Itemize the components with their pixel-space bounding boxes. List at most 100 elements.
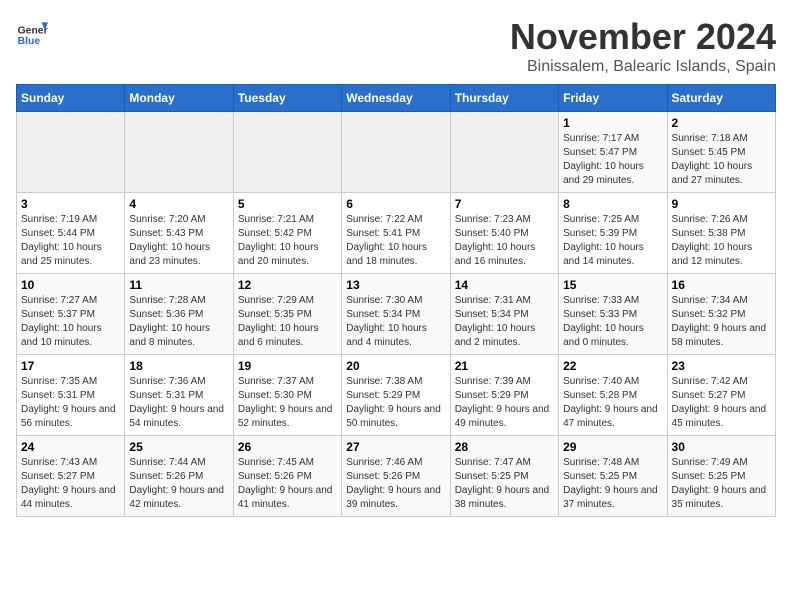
column-header-friday: Friday (559, 85, 667, 112)
column-header-thursday: Thursday (450, 85, 558, 112)
day-number: 21 (455, 359, 554, 373)
week-row-3: 10 Sunrise: 7:27 AM Sunset: 5:37 PM Dayli… (17, 274, 776, 355)
day-info: Sunrise: 7:39 AM Sunset: 5:29 PM Dayligh… (455, 375, 554, 431)
day-cell: 18Sunrise: 7:36 AM Sunset: 5:31 PM Dayli… (125, 355, 233, 436)
day-info: Sunrise: 7:27 AM Sunset: 5:37 PM Dayligh… (21, 294, 120, 350)
day-info: Sunrise: 7:23 AM Sunset: 5:40 PM Dayligh… (455, 213, 554, 269)
day-number: 23 (672, 359, 771, 373)
day-info: Sunrise: 7:26 AM Sunset: 5:38 PM Dayligh… (672, 213, 771, 269)
day-number: 7 (455, 197, 554, 211)
day-number: 29 (563, 440, 662, 454)
day-number: 19 (238, 359, 337, 373)
day-info: Sunrise: 7:40 AM Sunset: 5:28 PM Dayligh… (563, 375, 662, 431)
day-cell: 20 Sunrise: 7:38 AM Sunset: 5:29 PM Dayli… (342, 355, 450, 436)
day-number: 5 (238, 197, 337, 211)
svg-text:General: General (18, 26, 48, 37)
day-number: 16 (672, 278, 771, 292)
day-number: 6 (346, 197, 445, 211)
day-info: Sunrise: 7:43 AM Sunset: 5:27 PM Dayligh… (21, 456, 120, 512)
day-cell: 12 Sunrise: 7:29 AM Sunset: 5:35 PM Dayli… (233, 274, 341, 355)
day-info: Sunrise: 7:35 AM Sunset: 5:31 PM Dayligh… (21, 375, 120, 431)
day-number: 14 (455, 278, 554, 292)
day-info: Sunrise: 7:30 AM Sunset: 5:34 PM Dayligh… (346, 294, 445, 350)
day-cell: 6 Sunrise: 7:22 AM Sunset: 5:41 PM Daylig… (342, 193, 450, 274)
day-cell: 2 Sunrise: 7:18 AM Sunset: 5:45 PM Daylig… (667, 112, 775, 193)
day-cell: 17 Sunrise: 7:35 AM Sunset: 5:31 PM Dayli… (17, 355, 125, 436)
day-cell: 8 Sunrise: 7:25 AM Sunset: 5:39 PM Daylig… (559, 193, 667, 274)
day-number: 28 (455, 440, 554, 454)
day-cell: 7 Sunrise: 7:23 AM Sunset: 5:40 PM Daylig… (450, 193, 558, 274)
day-info: Sunrise: 7:22 AM Sunset: 5:41 PM Dayligh… (346, 213, 445, 269)
day-info: Sunrise: 7:29 AM Sunset: 5:35 PM Dayligh… (238, 294, 337, 350)
calendar-table: SundayMondayTuesdayWednesdayThursdayFrid… (16, 84, 776, 517)
column-header-wednesday: Wednesday (342, 85, 450, 112)
day-info: Sunrise: 7:17 AM Sunset: 5:47 PM Dayligh… (563, 132, 662, 188)
day-cell: 14 Sunrise: 7:31 AM Sunset: 5:34 PM Dayli… (450, 274, 558, 355)
day-cell: 11Sunrise: 7:28 AM Sunset: 5:36 PM Dayli… (125, 274, 233, 355)
column-header-sunday: Sunday (17, 85, 125, 112)
day-info: Sunrise: 7:38 AM Sunset: 5:29 PM Dayligh… (346, 375, 445, 431)
day-number: 8 (563, 197, 662, 211)
day-cell (233, 112, 341, 193)
day-number: 12 (238, 278, 337, 292)
day-cell: 3 Sunrise: 7:19 AM Sunset: 5:44 PM Daylig… (17, 193, 125, 274)
day-number: 27 (346, 440, 445, 454)
day-cell: 26 Sunrise: 7:45 AM Sunset: 5:26 PM Dayli… (233, 436, 341, 517)
day-info: Sunrise: 7:19 AM Sunset: 5:44 PM Dayligh… (21, 213, 120, 269)
day-info: Sunrise: 7:21 AM Sunset: 5:42 PM Dayligh… (238, 213, 337, 269)
week-row-5: 24 Sunrise: 7:43 AM Sunset: 5:27 PM Dayli… (17, 436, 776, 517)
day-number: 2 (672, 116, 771, 130)
day-cell: 15 Sunrise: 7:33 AM Sunset: 5:33 PM Dayli… (559, 274, 667, 355)
column-header-monday: Monday (125, 85, 233, 112)
week-row-1: 1 Sunrise: 7:17 AM Sunset: 5:47 PM Daylig… (17, 112, 776, 193)
day-info: Sunrise: 7:48 AM Sunset: 5:25 PM Dayligh… (563, 456, 662, 512)
day-cell: 19 Sunrise: 7:37 AM Sunset: 5:30 PM Dayli… (233, 355, 341, 436)
day-number: 10 (21, 278, 120, 292)
title-section: November 2024 Binissalem, Balearic Islan… (510, 16, 776, 76)
day-number: 26 (238, 440, 337, 454)
day-info: Sunrise: 7:42 AM Sunset: 5:27 PM Dayligh… (672, 375, 771, 431)
day-info: Sunrise: 7:34 AM Sunset: 5:32 PM Dayligh… (672, 294, 771, 350)
main-title: November 2024 (510, 16, 776, 58)
day-cell: 22Sunrise: 7:40 AM Sunset: 5:28 PM Dayli… (559, 355, 667, 436)
day-cell: 1 Sunrise: 7:17 AM Sunset: 5:47 PM Daylig… (559, 112, 667, 193)
day-cell: 24 Sunrise: 7:43 AM Sunset: 5:27 PM Dayli… (17, 436, 125, 517)
day-cell: 25 Sunrise: 7:44 AM Sunset: 5:26 PM Dayli… (125, 436, 233, 517)
day-cell (450, 112, 558, 193)
week-row-2: 3 Sunrise: 7:19 AM Sunset: 5:44 PM Daylig… (17, 193, 776, 274)
day-number: 9 (672, 197, 771, 211)
day-cell: 28 Sunrise: 7:47 AM Sunset: 5:25 PM Dayli… (450, 436, 558, 517)
day-info: Sunrise: 7:31 AM Sunset: 5:34 PM Dayligh… (455, 294, 554, 350)
day-info: Sunrise: 7:49 AM Sunset: 5:25 PM Dayligh… (672, 456, 771, 512)
day-number: 18 (129, 359, 228, 373)
column-header-tuesday: Tuesday (233, 85, 341, 112)
day-number: 24 (21, 440, 120, 454)
day-info: Sunrise: 7:33 AM Sunset: 5:33 PM Dayligh… (563, 294, 662, 350)
day-cell: 10 Sunrise: 7:27 AM Sunset: 5:37 PM Dayli… (17, 274, 125, 355)
day-number: 20 (346, 359, 445, 373)
day-cell: 5 Sunrise: 7:21 AM Sunset: 5:42 PM Daylig… (233, 193, 341, 274)
column-header-saturday: Saturday (667, 85, 775, 112)
day-cell: 30Sunrise: 7:49 AM Sunset: 5:25 PM Dayli… (667, 436, 775, 517)
day-info: Sunrise: 7:44 AM Sunset: 5:26 PM Dayligh… (129, 456, 228, 512)
logo: General Blue (16, 16, 48, 48)
day-info: Sunrise: 7:25 AM Sunset: 5:39 PM Dayligh… (563, 213, 662, 269)
day-cell: 29 Sunrise: 7:48 AM Sunset: 5:25 PM Dayli… (559, 436, 667, 517)
day-info: Sunrise: 7:46 AM Sunset: 5:26 PM Dayligh… (346, 456, 445, 512)
day-number: 3 (21, 197, 120, 211)
day-number: 25 (129, 440, 228, 454)
day-cell: 16 Sunrise: 7:34 AM Sunset: 5:32 PM Dayli… (667, 274, 775, 355)
day-number: 17 (21, 359, 120, 373)
day-info: Sunrise: 7:47 AM Sunset: 5:25 PM Dayligh… (455, 456, 554, 512)
day-info: Sunrise: 7:37 AM Sunset: 5:30 PM Dayligh… (238, 375, 337, 431)
logo-icon: General Blue (16, 16, 48, 48)
day-number: 15 (563, 278, 662, 292)
week-row-4: 17 Sunrise: 7:35 AM Sunset: 5:31 PM Dayli… (17, 355, 776, 436)
day-info: Sunrise: 7:45 AM Sunset: 5:26 PM Dayligh… (238, 456, 337, 512)
day-number: 1 (563, 116, 662, 130)
header-row: SundayMondayTuesdayWednesdayThursdayFrid… (17, 85, 776, 112)
day-info: Sunrise: 7:18 AM Sunset: 5:45 PM Dayligh… (672, 132, 771, 188)
svg-text:Blue: Blue (18, 36, 41, 47)
day-info: Sunrise: 7:20 AM Sunset: 5:43 PM Dayligh… (129, 213, 228, 269)
day-cell: 9 Sunrise: 7:26 AM Sunset: 5:38 PM Daylig… (667, 193, 775, 274)
